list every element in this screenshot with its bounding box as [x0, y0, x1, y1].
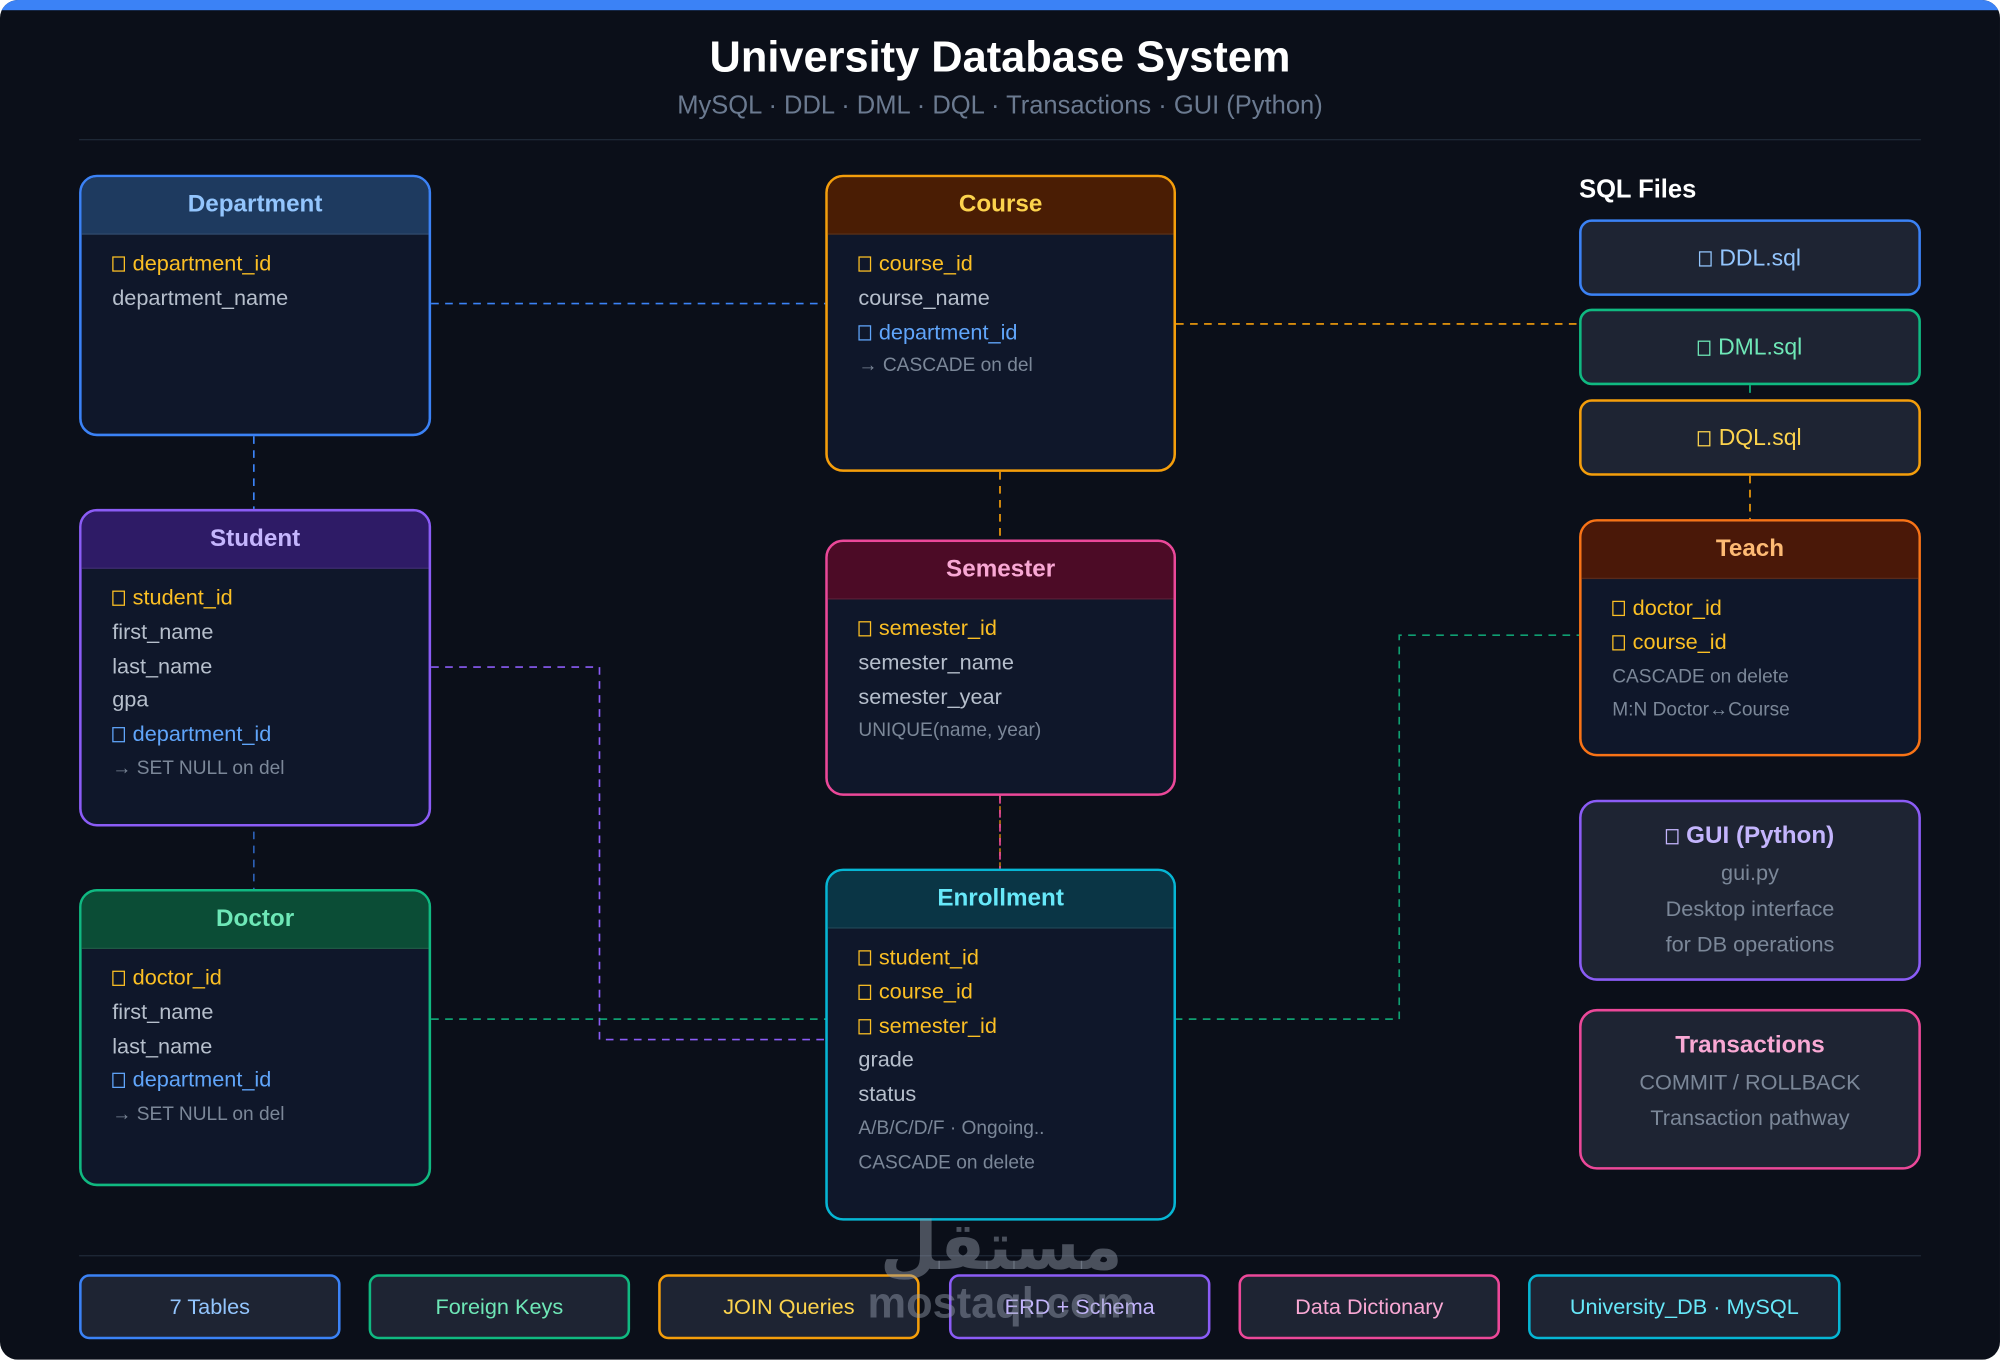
entity-teach-title: Teach — [1581, 521, 1919, 580]
fk-field: department_id — [112, 1064, 428, 1098]
pill-join-queries: JOIN Queries — [658, 1274, 920, 1340]
field: last_name — [112, 1033, 213, 1059]
link-icon — [112, 1073, 125, 1089]
field: grade — [858, 1047, 914, 1072]
file-icon — [1697, 340, 1711, 356]
field: last_name — [112, 653, 213, 679]
pk-field: doctor_id — [112, 962, 428, 996]
pill-erd-schema: ERD + Schema — [948, 1274, 1211, 1340]
field: first_name — [112, 619, 214, 644]
footer-divider — [79, 1255, 1921, 1257]
pill-data-dictionary: Data Dictionary — [1238, 1274, 1500, 1340]
entity-student: Student student_id first_name last_name … — [79, 508, 432, 827]
file-dql[interactable]: DQL.sql — [1579, 399, 1921, 476]
field: semester_year — [858, 684, 1002, 709]
diagram-canvas: University Database System MySQL · DDL ·… — [0, 0, 2000, 1360]
fk-field: department_id — [858, 316, 1173, 350]
entity-doctor-title: Doctor — [81, 891, 429, 949]
pill-foreign-keys: Foreign Keys — [368, 1274, 631, 1340]
constraint-note: M:N Doctor↔Course — [1612, 699, 1790, 722]
link-icon — [112, 727, 125, 743]
key-icon — [112, 970, 125, 986]
constraint-note: → SET NULL on del — [112, 757, 285, 780]
sql-files-heading: SQL Files — [1579, 176, 1697, 205]
pk-field: course_id — [1612, 626, 1918, 660]
key-icon — [112, 590, 125, 606]
entity-department: Department department_id department_name — [79, 174, 432, 437]
constraint-note: → CASCADE on del — [858, 355, 1033, 377]
pk-field: course_id — [858, 247, 1173, 281]
key-icon — [858, 984, 872, 1000]
pk-field: semester_id — [858, 612, 1173, 646]
file-dml[interactable]: DML.sql — [1579, 308, 1921, 386]
key-icon — [1612, 600, 1625, 617]
key-icon — [858, 950, 872, 966]
field: first_name — [112, 999, 214, 1024]
pk-field: department_id — [112, 247, 428, 281]
entity-enrollment: Enrollment student_id course_id semester… — [825, 868, 1177, 1221]
monitor-icon — [1665, 829, 1679, 845]
key-icon — [858, 621, 872, 637]
constraint-note: UNIQUE(name, year) — [858, 719, 1042, 742]
field: status — [858, 1081, 917, 1107]
constraint-note: CASCADE on delete — [858, 1151, 1035, 1174]
gui-line: Desktop interface — [1665, 896, 1835, 921]
field: department_name — [112, 285, 289, 310]
field: semester_name — [858, 650, 1014, 675]
field: course_name — [858, 285, 990, 310]
entity-semester: Semester semester_id semester_name semes… — [825, 539, 1177, 796]
key-icon — [858, 256, 872, 272]
pk-field: student_id — [858, 941, 1173, 975]
file-icon — [1698, 251, 1712, 267]
pk-field: semester_id — [858, 1010, 1173, 1044]
pill-university-db: University_DB · MySQL — [1528, 1274, 1841, 1340]
fk-field: department_id — [112, 718, 428, 752]
pk-field: doctor_id — [1612, 592, 1918, 626]
constraint-note: → SET NULL on del — [112, 1103, 285, 1126]
entity-course: Course course_id course_name department_… — [825, 174, 1177, 472]
pill-tables: 7 Tables — [79, 1274, 341, 1340]
gui-card: GUI (Python) gui.py Desktop interface fo… — [1579, 799, 1921, 981]
constraint-note: CASCADE on delete — [1612, 665, 1789, 687]
entity-doctor: Doctor doctor_id first_name last_name de… — [79, 889, 432, 1187]
pk-field: student_id — [112, 582, 428, 616]
gui-title: GUI (Python) — [1582, 823, 1919, 851]
key-icon — [858, 1018, 872, 1034]
entity-semester-title: Semester — [827, 542, 1174, 600]
file-ddl[interactable]: DDL.sql — [1579, 219, 1921, 296]
transactions-line: Transaction pathway — [1650, 1105, 1850, 1131]
transactions-card: Transactions COMMIT / ROLLBACK Transacti… — [1579, 1008, 1921, 1170]
entity-department-title: Department — [81, 177, 429, 235]
entity-course-title: Course — [827, 177, 1174, 235]
constraint-note: A/B/C/D/F · Ongoing.. — [858, 1117, 1045, 1140]
entity-teach: Teach doctor_id course_id CASCADE on del… — [1579, 519, 1921, 757]
key-icon — [112, 256, 125, 272]
gui-line: for DB operations — [1665, 932, 1835, 957]
link-icon — [858, 324, 872, 341]
entity-student-title: Student — [81, 511, 429, 569]
key-icon — [1612, 634, 1625, 651]
transactions-title: Transactions — [1675, 1031, 1825, 1059]
field: gpa — [112, 687, 149, 713]
transactions-line: COMMIT / ROLLBACK — [1639, 1070, 1861, 1095]
entity-enrollment-title: Enrollment — [827, 871, 1174, 929]
file-icon — [1698, 431, 1712, 447]
gui-line: gui.py — [1721, 860, 1779, 886]
line-student-enrollment — [431, 666, 826, 1041]
pk-field: course_id — [858, 975, 1173, 1009]
